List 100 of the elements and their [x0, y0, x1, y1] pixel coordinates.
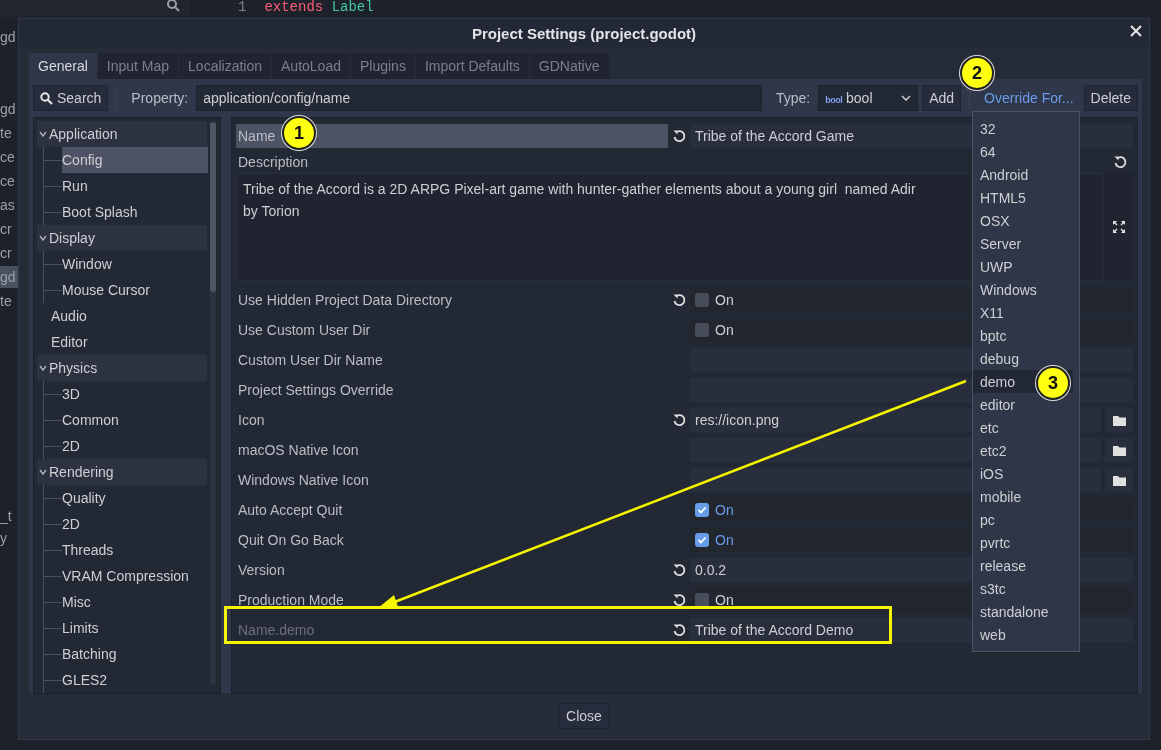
checkbox[interactable] [695, 593, 709, 607]
file-item[interactable]: gd [0, 26, 18, 48]
tree-section[interactable]: Application [37, 121, 207, 147]
tree-section[interactable]: Display [37, 225, 207, 251]
tree-item[interactable]: Boot Splash [62, 199, 208, 225]
property-label: Description [238, 154, 309, 170]
tab[interactable]: Localization [179, 53, 272, 79]
tree-item[interactable]: Limits [62, 615, 208, 641]
file-item[interactable]: te [0, 290, 18, 312]
menu-item[interactable]: mobile [973, 485, 1073, 508]
tree-item[interactable]: 3D [62, 381, 208, 407]
tree-item[interactable]: Config [62, 147, 208, 173]
checkbox-label: On [715, 502, 734, 518]
revert-icon[interactable] [672, 593, 686, 607]
tree-item[interactable]: Run [62, 173, 208, 199]
caret-icon[interactable] [39, 364, 47, 372]
tree-section[interactable]: Physics [37, 355, 207, 381]
tree-item[interactable]: VRAM Compression [62, 563, 208, 589]
tab[interactable]: General [29, 53, 98, 79]
menu-item[interactable]: pc [973, 508, 1073, 531]
property-label: Use Custom User Dir [237, 321, 372, 340]
close-button[interactable]: Close [559, 703, 609, 729]
file-item[interactable]: te [0, 122, 18, 144]
tree-item[interactable]: 2D [62, 433, 208, 459]
revert-icon[interactable] [672, 563, 686, 577]
add-button[interactable]: Add [922, 85, 962, 111]
tab[interactable]: Import Defaults [415, 53, 530, 79]
file-item[interactable]: y [0, 527, 18, 549]
property-label: Quit On Go Back [237, 531, 345, 550]
revert-icon[interactable] [672, 293, 686, 307]
property-label: Name.demo [237, 621, 316, 640]
revert-icon[interactable] [1113, 155, 1127, 169]
expand-icon[interactable] [1112, 220, 1126, 234]
tree-item[interactable]: Audio [37, 303, 207, 329]
checkbox[interactable] [695, 533, 709, 547]
tree-item[interactable]: Mouse Cursor [62, 277, 208, 303]
file-item[interactable]: cr [0, 242, 18, 264]
menu-item[interactable]: bptc [973, 324, 1073, 347]
property-label: macOS Native Icon [237, 441, 360, 460]
revert-icon[interactable] [672, 413, 686, 427]
menu-item[interactable]: Server [973, 232, 1073, 255]
property-label: Production Mode [237, 591, 345, 610]
type-dropdown[interactable]: bool bool [818, 85, 919, 111]
caret-icon[interactable] [39, 468, 47, 476]
checkbox[interactable] [695, 293, 709, 307]
search-icon[interactable] [166, 0, 180, 12]
menu-item[interactable]: OSX [973, 209, 1073, 232]
file-item[interactable]: ce [0, 170, 18, 192]
revert-icon[interactable] [672, 623, 686, 637]
tree-item[interactable]: 2D [62, 511, 208, 537]
menu-item[interactable]: Windows [973, 278, 1073, 301]
check-icon [697, 505, 707, 515]
type-label: Type: [774, 90, 812, 106]
tab[interactable]: Input Map [97, 53, 180, 79]
line-number: 1 [238, 0, 247, 17]
tab[interactable]: Plugins [350, 53, 416, 79]
tree-item[interactable]: Batching [62, 641, 208, 667]
property-label: Property: [130, 90, 190, 106]
checkbox[interactable] [695, 503, 709, 517]
tree-item[interactable]: Window [62, 251, 208, 277]
menu-item[interactable]: X11 [973, 301, 1073, 324]
delete-button[interactable]: Delete [1083, 85, 1138, 111]
folder-icon[interactable] [1112, 444, 1126, 456]
tree-item[interactable]: Common [62, 407, 208, 433]
close-icon[interactable] [1129, 24, 1143, 38]
tree-section[interactable]: Rendering [37, 459, 207, 485]
property-field[interactable]: application/config/name [196, 85, 762, 111]
property-label: Icon [237, 411, 266, 430]
file-item[interactable]: gd [0, 98, 18, 120]
file-item[interactable]: as [0, 194, 18, 216]
tree-item[interactable]: Quality [62, 485, 208, 511]
tree-item[interactable]: Threads [62, 537, 208, 563]
file-item[interactable]: _t [0, 505, 18, 527]
checkbox[interactable] [695, 323, 709, 337]
tree-item[interactable]: Editor [37, 329, 207, 355]
checkbox-label: On [715, 532, 734, 548]
caret-icon[interactable] [39, 130, 47, 138]
menu-item[interactable]: HTML5 [973, 186, 1073, 209]
property-label: Auto Accept Quit [237, 501, 344, 520]
check-icon [697, 535, 707, 545]
scrollbar[interactable] [210, 122, 216, 292]
tab[interactable]: GDNative [529, 53, 610, 79]
caret-icon[interactable] [39, 234, 47, 242]
file-item[interactable]: cr [0, 218, 18, 240]
search-button[interactable]: Search [33, 85, 109, 111]
folder-icon[interactable] [1112, 474, 1126, 486]
tree-item[interactable]: GLES2 [62, 667, 208, 693]
file-item[interactable]: ce [0, 146, 18, 168]
menu-item[interactable]: UWP [973, 255, 1073, 278]
menu-item[interactable]: etc2 [973, 439, 1073, 462]
tree-item[interactable]: Misc [62, 589, 208, 615]
property-label: Project Settings Override [237, 381, 395, 400]
folder-icon[interactable] [1112, 414, 1126, 426]
menu-item[interactable]: pvrtc [973, 531, 1073, 554]
tab[interactable]: AutoLoad [272, 53, 351, 79]
property-label: Version [237, 561, 286, 580]
search-icon [40, 91, 53, 105]
menu-item[interactable]: iOS [973, 462, 1073, 485]
revert-icon[interactable] [672, 129, 686, 143]
window-title: Project Settings (project.godot) [471, 24, 697, 42]
